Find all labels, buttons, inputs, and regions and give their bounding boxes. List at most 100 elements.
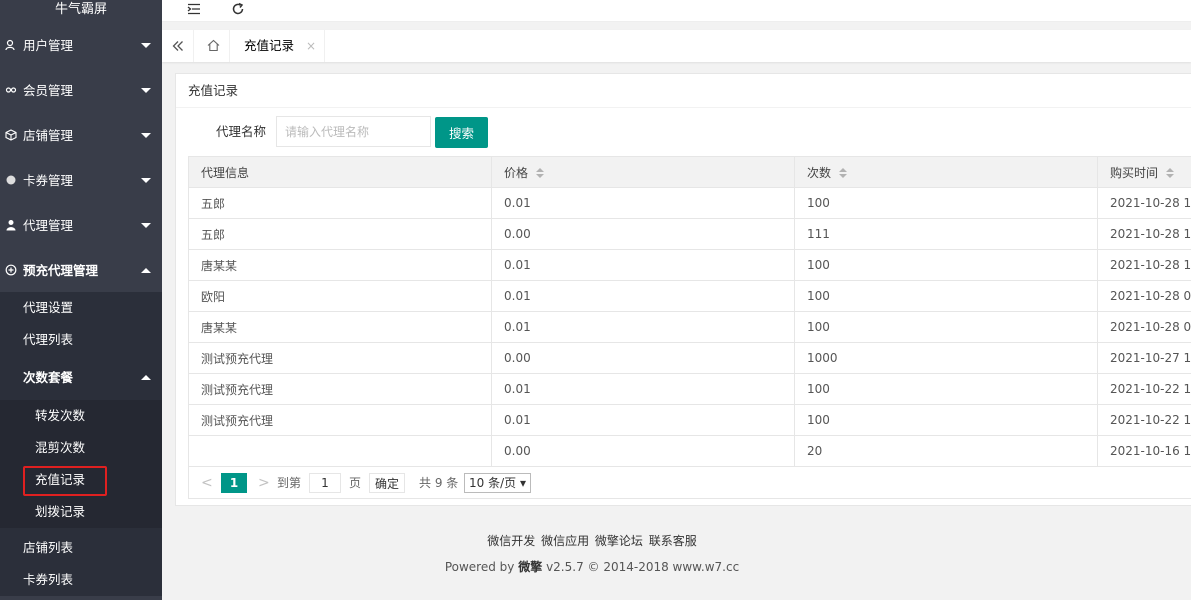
prev-page-icon[interactable]: < [201, 473, 213, 493]
menu-label: 店铺管理 [23, 128, 74, 143]
cell-purchase-time: 2021-10-16 10 [1097, 435, 1191, 467]
confirm-button[interactable]: 确定 [369, 473, 406, 493]
sidebar-group-count-package[interactable]: 次数套餐 [0, 356, 162, 400]
menu-label: 用户管理 [23, 38, 74, 53]
col-agent-info: 代理信息 [188, 156, 492, 188]
cell-agent-info: 五郎 [188, 218, 492, 250]
cell-price: 0.01 [491, 249, 795, 281]
cell-agent-info: 测试预充代理 [188, 342, 492, 374]
cell-agent-info: 欧阳 [188, 280, 492, 312]
menu-coupon-management[interactable]: 卡券管理 [0, 157, 162, 202]
cell-purchase-time: 2021-10-22 16 [1097, 404, 1191, 436]
person-icon [4, 218, 18, 232]
cell-price: 0.00 [491, 218, 795, 250]
group-label: 次数套餐 [23, 370, 74, 385]
cell-count: 1000 [794, 342, 1098, 374]
cell-price: 0.01 [491, 404, 795, 436]
sidebar-item-store-list[interactable]: 店铺列表 [0, 528, 162, 564]
page-1-button[interactable]: 1 [221, 473, 247, 493]
agent-name-label: 代理名称 [216, 124, 267, 139]
close-icon[interactable]: × [306, 30, 316, 62]
cell-price: 0.01 [491, 311, 795, 343]
table-row: 测试预充代理 0.01 100 2021-10-22 16 [188, 404, 1191, 436]
tabs-bar: 充值记录 × [162, 30, 1191, 62]
menu-fold-icon[interactable] [186, 2, 202, 20]
sidebar-item-forward-count[interactable]: 转发次数 [0, 400, 162, 432]
cell-agent-info: 唐某某 [188, 311, 492, 343]
double-chevron-left-icon[interactable] [162, 30, 194, 62]
card-title: 充值记录 [176, 74, 1191, 108]
table-row: 0.00 20 2021-10-16 10 [188, 435, 1191, 467]
cell-purchase-time: 2021-10-22 16 [1097, 373, 1191, 405]
table-row: 五郎 0.01 100 2021-10-28 11 [188, 187, 1191, 219]
menu-store-management[interactable]: 店铺管理 [0, 112, 162, 157]
table-row: 欧阳 0.01 100 2021-10-28 09 [188, 280, 1191, 312]
cell-count: 100 [794, 311, 1098, 343]
sort-icon[interactable] [536, 168, 545, 178]
sidebar-item-agent-list[interactable]: 代理列表 [0, 324, 162, 356]
sidebar-item-recharge-record[interactable]: 充值记录 [0, 464, 162, 496]
caret-down-icon [141, 87, 151, 93]
menu-prepaid-agent-management[interactable]: 预充代理管理 [0, 247, 162, 292]
footer-links: 微信开发 微信应用 微擎论坛 联系客服 [162, 532, 1022, 549]
menu-label: 会员管理 [23, 83, 74, 98]
footer: 微信开发 微信应用 微擎论坛 联系客服 Powered by 微擎 v2.5.7… [162, 532, 1022, 575]
cell-purchase-time: 2021-10-28 10 [1097, 249, 1191, 281]
home-icon[interactable] [198, 30, 230, 62]
footer-link[interactable]: 微擎论坛 [595, 534, 643, 548]
caret-down-icon [141, 222, 151, 228]
table-row: 唐某某 0.01 100 2021-10-28 10 [188, 249, 1191, 281]
col-count[interactable]: 次数 [794, 156, 1098, 188]
recharge-table: 代理信息 价格 次数 购买时间 五郎 0.01 100 2021-10-28 11 五郎… [188, 156, 1191, 467]
goto-page-input[interactable] [309, 473, 341, 493]
menu-user-management[interactable]: 用户管理 [0, 22, 162, 67]
cell-price: 0.00 [491, 342, 795, 374]
cell-purchase-time: 2021-10-28 10 [1097, 218, 1191, 250]
caret-up-icon [141, 375, 151, 380]
search-button[interactable]: 搜索 [435, 117, 488, 148]
cell-count: 111 [794, 218, 1098, 250]
menu-agent-management[interactable]: 代理管理 [0, 202, 162, 247]
cell-agent-info: 五郎 [188, 187, 492, 219]
sidebar-item-agent-settings[interactable]: 代理设置 [0, 292, 162, 324]
brand-name: 微擎 [518, 560, 543, 574]
sidebar-item-transfer-record[interactable]: 划拨记录 [0, 496, 162, 528]
footer-link[interactable]: 联系客服 [649, 534, 697, 548]
app-logo[interactable]: 牛气霸屏 [0, 0, 162, 22]
cell-price: 0.01 [491, 373, 795, 405]
menu-label: 预充代理管理 [23, 263, 99, 278]
refresh-icon[interactable] [230, 2, 246, 20]
recharge-record-card: 充值记录 代理名称 搜索 代理信息 价格 次数 购买时间 五郎0.0110020… [175, 73, 1191, 506]
footer-link[interactable]: 微信应用 [541, 534, 589, 548]
cell-price: 0.01 [491, 187, 795, 219]
cell-count: 100 [794, 280, 1098, 312]
table-row: 唐某某 0.01 100 2021-10-28 09 [188, 311, 1191, 343]
cell-price: 0.00 [491, 435, 795, 467]
goto-label: 到第 [277, 476, 302, 490]
search-row: 代理名称 搜索 [176, 116, 1191, 148]
footer-link[interactable]: 微信开发 [487, 534, 535, 548]
col-purchase-time[interactable]: 购买时间 [1097, 156, 1191, 188]
sidebar-item-mix-count[interactable]: 混剪次数 [0, 432, 162, 464]
sidebar-item-coupon-list[interactable]: 卡券列表 [0, 564, 162, 596]
next-page-icon[interactable]: > [258, 473, 270, 493]
cell-count: 100 [794, 373, 1098, 405]
submenu-count-package: 转发次数 混剪次数 充值记录 划拨记录 [0, 400, 162, 528]
col-price[interactable]: 价格 [491, 156, 795, 188]
page-unit-label: 页 [349, 476, 362, 490]
copyright: Powered by 微擎 v2.5.7 © 2014-2018 www.w7.… [162, 558, 1022, 575]
cell-agent-info: 测试预充代理 [188, 404, 492, 436]
sort-icon[interactable] [839, 168, 848, 178]
sort-icon[interactable] [1166, 168, 1175, 178]
cell-count: 100 [794, 187, 1098, 219]
page-size-select[interactable]: 10 条/页 ▾ [464, 473, 531, 493]
tab-recharge-record[interactable]: 充值记录 × [232, 30, 325, 62]
table-row: 测试预充代理 0.01 100 2021-10-22 16 [188, 373, 1191, 405]
caret-down-icon [141, 132, 151, 138]
powered-prefix: Powered by [444, 560, 515, 574]
menu-member-management[interactable]: 会员管理 [0, 67, 162, 112]
cell-purchase-time: 2021-10-28 11 [1097, 187, 1191, 219]
circle-icon [4, 173, 18, 187]
agent-name-input[interactable] [276, 116, 431, 147]
cell-count: 100 [794, 404, 1098, 436]
